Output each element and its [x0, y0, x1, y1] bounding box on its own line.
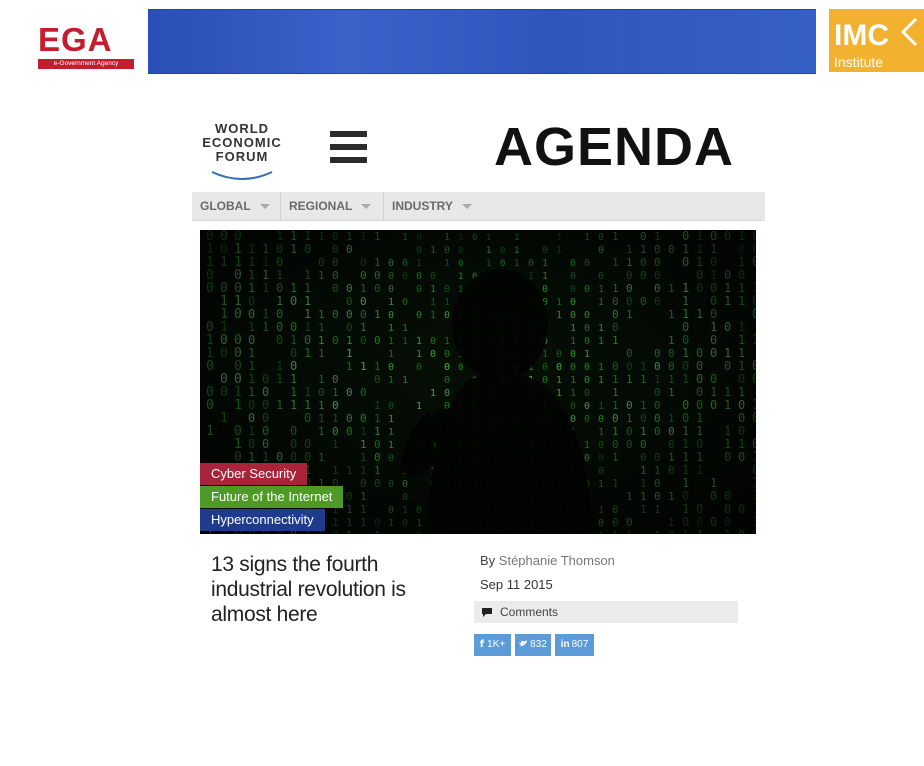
twitter-count: 832 [530, 639, 547, 650]
comments-label: Comments [500, 605, 559, 619]
imc-logo-text: IMC [834, 19, 889, 52]
nav-regional[interactable]: REGIONAL [281, 192, 372, 220]
hamburger-icon[interactable] [330, 131, 367, 163]
byline-prefix: By [480, 553, 496, 568]
caret-down-icon [361, 204, 372, 210]
tag-hyperconnectivity[interactable]: Hyperconnectivity [200, 509, 325, 531]
ega-logo: EGA e-Government Agency [8, 9, 146, 71]
caret-down-icon [461, 204, 472, 210]
wef-logo-line-3: FORUM [215, 149, 269, 164]
category-navbar: GLOBAL REGIONAL INDUSTRY [192, 192, 765, 221]
article-headline[interactable]: 13 signs the fourth industrial revolutio… [211, 552, 451, 627]
nav-industry[interactable]: INDUSTRY [384, 192, 472, 220]
facebook-icon: f [479, 639, 485, 650]
imc-logo-subtitle: Institute [834, 54, 884, 70]
article-screenshot: WORLD ECONOMIC FORUM AGENDA GLOBAL REGIO… [192, 112, 765, 660]
comments-button[interactable]: Comments [474, 601, 738, 623]
facebook-share-button[interactable]: f 1K+ [474, 634, 511, 656]
chevron-icon [900, 17, 918, 47]
ega-logo-subtitle: e-Government Agency [38, 59, 134, 69]
twitter-share-button[interactable]: 832 [515, 634, 551, 656]
linkedin-count: 807 [571, 639, 589, 650]
nav-global-label: GLOBAL [200, 199, 251, 213]
nav-regional-label: REGIONAL [289, 199, 353, 213]
slide-header-banner: EGA e-Government Agency IMC Institute [0, 0, 924, 80]
tag-cyber-security[interactable]: Cyber Security [200, 463, 308, 485]
author-link[interactable]: Stéphanie Thomson [499, 553, 615, 568]
wef-logo[interactable]: WORLD ECONOMIC FORUM [192, 122, 292, 184]
banner-blue-bar [148, 9, 816, 74]
article-date: Sep 11 2015 [480, 577, 553, 592]
linkedin-icon: in [560, 639, 570, 650]
facebook-count: 1K+ [487, 639, 506, 650]
nav-global[interactable]: GLOBAL [192, 192, 270, 220]
hero-image[interactable]: 0110001100010010110010111000010110001100… [200, 230, 756, 534]
wef-swoosh-icon [211, 171, 273, 180]
tag-future-of-the-internet[interactable]: Future of the Internet [200, 486, 344, 508]
twitter-icon [519, 640, 528, 647]
linkedin-share-button[interactable]: in 807 [555, 634, 594, 656]
nav-industry-label: INDUSTRY [392, 199, 453, 213]
site-title[interactable]: AGENDA [494, 114, 734, 180]
imc-logo: IMC Institute [829, 9, 924, 72]
article-byline: By Stéphanie Thomson [480, 553, 615, 568]
ega-logo-text: EGA [38, 21, 113, 58]
wef-logo-line-2: ECONOMIC [202, 135, 282, 150]
comment-bubble-icon [482, 608, 492, 617]
wef-logo-line-1: WORLD [214, 121, 270, 136]
caret-down-icon [259, 204, 270, 210]
